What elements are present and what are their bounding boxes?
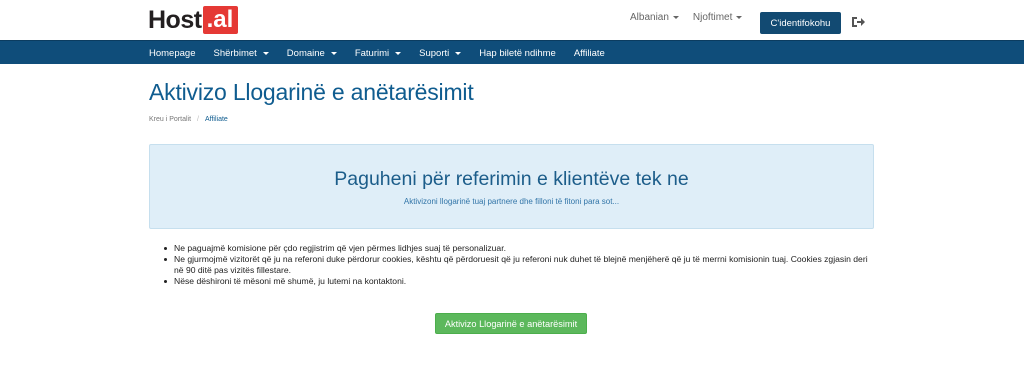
nav-item-label: Faturimi — [354, 47, 390, 59]
page-title: Aktivizo Llogarinë e anëtarësimit — [149, 79, 474, 105]
nav-item-suporti[interactable]: Suporti — [419, 47, 462, 59]
chevron-down-icon — [395, 51, 402, 55]
language-label: Albanian — [630, 12, 669, 23]
chevron-down-icon — [672, 16, 679, 19]
hero-title: Paguheni për referimin e klientëve tek n… — [334, 168, 689, 190]
chevron-down-icon — [455, 51, 462, 55]
nav-item-hap-biletë-ndihme[interactable]: Hap biletë ndihme — [479, 48, 556, 59]
hero-subtitle: Aktivizoni llogarinë tuaj partnere dhe f… — [403, 197, 620, 206]
activate-affiliate-button[interactable]: Aktivizo Llogarinë e anëtarësimit — [435, 313, 587, 334]
top-header: Host .al Albanian Njoftimet C'identifokoh… — [0, 0, 1024, 40]
chevron-down-icon — [330, 51, 337, 55]
nav-item-label: Shërbimet — [213, 47, 257, 59]
nav-item-label: Domaine — [286, 47, 325, 59]
top-right-menu: Albanian Njoftimet — [630, 12, 756, 23]
nav-item-label: Hap biletë ndihme — [479, 47, 556, 59]
nav-item-label: Homepage — [149, 47, 196, 59]
list-item: Nëse dëshironi të mësoni më shumë, ju lu… — [164, 276, 874, 287]
chevron-down-icon — [262, 51, 269, 55]
nav-item-shërbimet[interactable]: Shërbimet — [213, 47, 269, 59]
nav-item-homepage[interactable]: Homepage — [149, 48, 195, 59]
notifications-label: Njoftimet — [692, 12, 733, 23]
nav-item-affiliate[interactable]: Affiliate — [574, 48, 605, 59]
nav-item-faturimi[interactable]: Faturimi — [354, 47, 402, 59]
language-dropdown[interactable]: Albanian — [630, 12, 679, 23]
nav-item-label: Suporti — [419, 47, 450, 59]
breadcrumb-separator: / — [197, 116, 199, 123]
nav-items: Homepage Shërbimet Domaine Faturimi Suporti H… — [149, 41, 623, 65]
list-item: Ne gjurmojmë vizitorët që ju na referoni… — [164, 254, 874, 276]
logo-text: Host — [148, 5, 202, 34]
benefits-list: Ne paguajmë komisione për çdo regjistrim… — [164, 243, 874, 287]
breadcrumb-home[interactable]: Kreu i Portalit — [149, 116, 191, 123]
main-navbar: Homepage Shërbimet Domaine Faturimi Suporti H… — [0, 40, 1024, 64]
logo-badge: .al — [202, 6, 239, 34]
logout-icon[interactable] — [851, 16, 865, 28]
login-button[interactable]: C'identifokohu — [760, 12, 841, 34]
site-logo[interactable]: Host .al — [148, 5, 239, 34]
notifications-dropdown[interactable]: Njoftimet — [692, 12, 743, 23]
hero-panel: Paguheni për referimin e klientëve tek n… — [149, 144, 874, 229]
chevron-down-icon — [736, 16, 743, 19]
nav-item-domaine[interactable]: Domaine — [287, 48, 337, 59]
breadcrumb-current[interactable]: Affiliate — [205, 116, 228, 123]
list-item: Ne paguajmë komisione për çdo regjistrim… — [164, 243, 874, 254]
nav-item-label: Affiliate — [573, 47, 605, 59]
breadcrumb: Kreu i Portalit / Affiliate — [149, 116, 228, 123]
